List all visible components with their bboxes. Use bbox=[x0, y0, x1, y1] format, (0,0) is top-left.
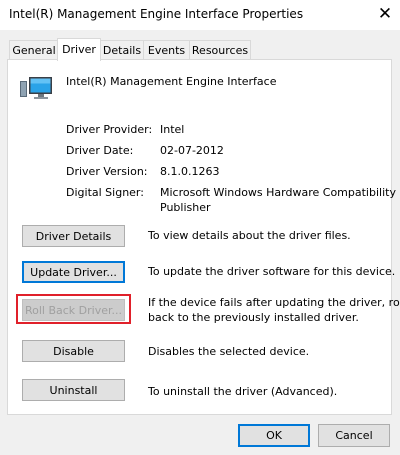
tab-events-label: Events bbox=[147, 44, 186, 57]
roll-back-description-line1: If the device fails after updating the d… bbox=[148, 296, 400, 309]
tab-resources-label: Resources bbox=[191, 44, 249, 57]
disable-button[interactable]: Disable bbox=[22, 340, 125, 362]
tab-general[interactable]: General bbox=[9, 40, 59, 60]
computer-monitor-icon bbox=[20, 76, 54, 105]
digital-signer-value-line1: Microsoft Windows Hardware Compatibility bbox=[160, 186, 396, 199]
roll-back-driver-button[interactable]: Roll Back Driver... bbox=[22, 299, 125, 321]
tab-driver-label: Driver bbox=[62, 43, 96, 56]
digital-signer-label: Digital Signer: bbox=[66, 186, 144, 199]
cancel-button[interactable]: Cancel bbox=[318, 424, 390, 447]
tab-events[interactable]: Events bbox=[143, 40, 190, 60]
driver-date-label: Driver Date: bbox=[66, 144, 134, 157]
tab-driver[interactable]: Driver bbox=[57, 38, 101, 61]
tab-resources[interactable]: Resources bbox=[189, 40, 251, 60]
tab-details[interactable]: Details bbox=[100, 40, 144, 60]
window-title: Intel(R) Management Engine Interface Pro… bbox=[9, 7, 304, 21]
roll-back-description-line2: back to the previously installed driver. bbox=[148, 311, 359, 324]
digital-signer-value-line2: Publisher bbox=[160, 201, 211, 214]
device-name: Intel(R) Management Engine Interface bbox=[66, 75, 277, 88]
uninstall-button[interactable]: Uninstall bbox=[22, 379, 125, 401]
driver-version-label: Driver Version: bbox=[66, 165, 148, 178]
update-driver-description: To update the driver software for this d… bbox=[148, 265, 396, 278]
uninstall-description: To uninstall the driver (Advanced). bbox=[148, 385, 338, 398]
driver-provider-label: Driver Provider: bbox=[66, 123, 153, 136]
driver-details-button[interactable]: Driver Details bbox=[22, 225, 125, 247]
update-driver-button[interactable]: Update Driver... bbox=[22, 261, 125, 283]
driver-date-value: 02-07-2012 bbox=[160, 144, 224, 157]
driver-details-description: To view details about the driver files. bbox=[148, 229, 351, 242]
close-icon[interactable]: ✕ bbox=[373, 3, 397, 25]
tab-details-label: Details bbox=[102, 44, 142, 57]
ok-button[interactable]: OK bbox=[238, 424, 310, 447]
driver-provider-value: Intel bbox=[160, 123, 185, 136]
disable-description: Disables the selected device. bbox=[148, 345, 310, 358]
tab-general-label: General bbox=[12, 44, 56, 57]
driver-version-value: 8.1.0.1263 bbox=[160, 165, 220, 178]
title-bar: Intel(R) Management Engine Interface Pro… bbox=[0, 0, 400, 30]
